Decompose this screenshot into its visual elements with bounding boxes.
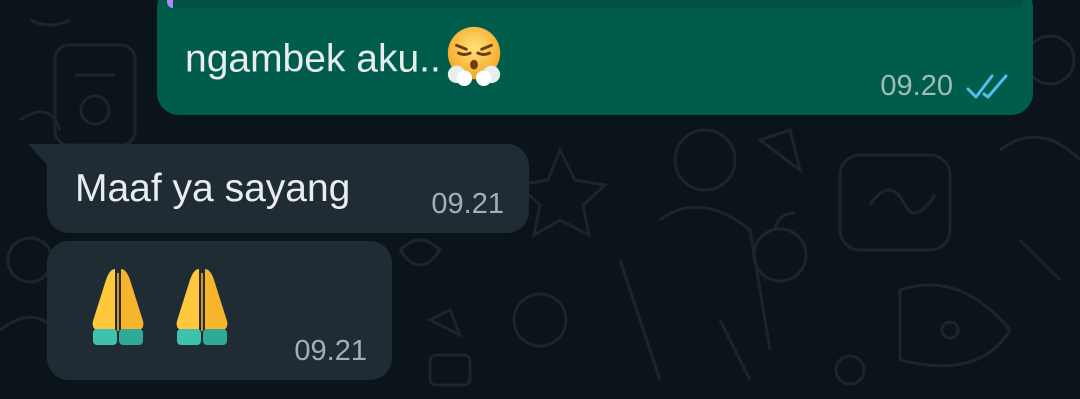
folded-hands-emoji bbox=[176, 269, 228, 345]
message-text-content: ngambek aku.. bbox=[185, 37, 441, 81]
quoted-message-bar bbox=[167, 0, 173, 8]
message-bubble-incoming[interactable]: Maaf ya sayang 09.21 bbox=[28, 144, 529, 233]
double-check-icon bbox=[966, 74, 1008, 99]
chat-area[interactable]: ngambek aku.. 09.20 Maaf ya sayang 09.21… bbox=[0, 0, 1080, 399]
message-text: Maaf ya sayang bbox=[75, 167, 351, 210]
folded-hands-emoji bbox=[92, 269, 144, 345]
face-with-steam-from-nose-emoji bbox=[447, 26, 500, 86]
bubble-tail bbox=[28, 144, 48, 166]
message-bubble-outgoing[interactable]: ngambek aku.. 09.20 bbox=[157, 0, 1033, 115]
message-bubble-incoming[interactable]: 09.21 bbox=[47, 241, 392, 380]
message-time: 09.21 bbox=[294, 335, 367, 367]
message-time: 09.20 bbox=[880, 70, 953, 102]
message-time: 09.21 bbox=[431, 188, 504, 220]
message-text: ngambek aku.. bbox=[185, 26, 505, 86]
quoted-message-preview[interactable] bbox=[167, 0, 1023, 8]
